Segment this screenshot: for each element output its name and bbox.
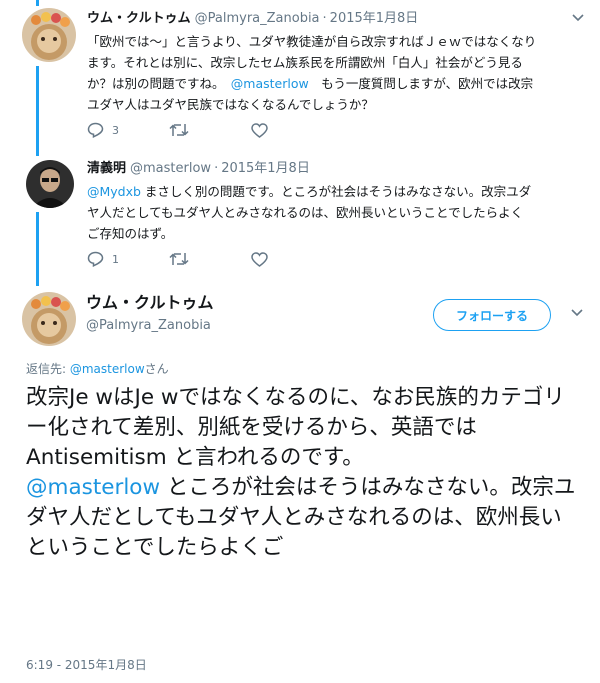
tweet-header: 清義明 @masterlow · 2015年1月8日 <box>87 160 590 178</box>
text-fragment: もう一度質問しますが、欧州では改宗 <box>308 76 534 91</box>
text-fragment: まさしく別の問題です。ところが社会はそうはみなさない。改宗ユダ <box>140 184 532 199</box>
like-icon <box>251 251 268 267</box>
like-button[interactable] <box>251 122 333 138</box>
tweet[interactable]: 清義明 @masterlow · 2015年1月8日 @Mydxb まさしく別の… <box>87 160 590 244</box>
tweet-actions: 3 <box>87 122 333 138</box>
tweet-paragraph: 改宗Je wはJe wではなくなるのに、なお民族的カテゴリー化されて差別、別紙を… <box>26 385 565 470</box>
display-name[interactable]: ウム・クルトゥム <box>86 293 214 313</box>
reply-suffix: さん <box>144 362 169 376</box>
tweet[interactable]: ウム・クルトゥム @Palmyra_Zanobia · 2015年1月8日 「欧… <box>87 10 590 115</box>
handle[interactable]: @Palmyra_Zanobia <box>195 10 320 28</box>
reply-button[interactable]: 1 <box>87 251 169 267</box>
reply-prefix: 返信先: <box>26 362 70 376</box>
separator-dot: · <box>214 161 219 176</box>
thread-line <box>36 212 39 286</box>
tweet-actions: 1 <box>87 251 333 267</box>
avatar[interactable] <box>22 292 76 346</box>
tweet-date[interactable]: 2015年1月8日 <box>330 10 419 28</box>
chevron-down-icon[interactable] <box>572 14 584 22</box>
avatar[interactable] <box>26 160 74 208</box>
tweet-text-line: @Mydxb まさしく別の問題です。ところが社会はそうはみなさない。改宗ユダ <box>87 181 583 202</box>
tweet-text-line: 「欧州では〜」と言うより、ユダヤ教徒達が自ら改宗すればＪｅｗではなくなり <box>87 34 537 49</box>
text-fragment: か？は別の問題ですね。 <box>87 76 231 91</box>
reply-icon <box>87 251 104 267</box>
handle[interactable]: @Palmyra_Zanobia <box>86 318 214 333</box>
main-tweet-header: ウム・クルトゥム @Palmyra_Zanobia <box>86 293 214 333</box>
reply-icon <box>87 122 104 138</box>
tweet-header: ウム・クルトゥム @Palmyra_Zanobia · 2015年1月8日 <box>87 10 590 28</box>
like-icon <box>251 122 268 138</box>
display-name[interactable]: ウム・クルトゥム <box>87 10 191 28</box>
handle[interactable]: @masterlow <box>130 160 211 178</box>
reply-count: 1 <box>112 252 119 266</box>
mention-link[interactable]: @masterlow <box>26 475 160 500</box>
retweet-button[interactable] <box>169 252 251 266</box>
tweet-text-line: ヤ人だとしてもユダヤ人とみさなれるのは、欧州長いということでしたらよく <box>87 205 524 220</box>
like-button[interactable] <box>251 251 333 267</box>
chevron-down-icon[interactable] <box>571 309 583 317</box>
tweet-text-line: か？は別の問題ですね。 @masterlow もう一度質問しますが、欧州では改宗 <box>87 73 583 94</box>
tweet-text: @Mydxb まさしく別の問題です。ところが社会はそうはみなさない。改宗ユダ ヤ… <box>87 181 583 244</box>
tweet-text: 「欧州では〜」と言うより、ユダヤ教徒達が自ら改宗すればＪｅｗではなくなり ます。… <box>87 31 583 115</box>
tweet-text-line: ユダヤ人はユダヤ民族ではなくなるんでしょうか？ <box>87 97 374 112</box>
thread-line <box>36 0 39 6</box>
mention-link[interactable]: @masterlow <box>70 362 145 376</box>
follow-button[interactable]: フォローする <box>433 299 551 331</box>
retweet-icon <box>169 124 189 136</box>
reply-context: 返信先: @masterlowさん <box>26 360 169 377</box>
main-tweet-text: 改宗Je wはJe wではなくなるのに、なお民族的カテゴリー化されて差別、別紙を… <box>26 383 578 563</box>
avatar[interactable] <box>22 8 76 62</box>
mention-link[interactable]: @masterlow <box>231 76 309 91</box>
tweet-timestamp[interactable]: 6:19 - 2015年1月8日 <box>26 656 147 673</box>
tweet-text-line: ます。それとは別に、改宗したセム族系民を所謂欧州「白人」社会がどう見る <box>87 55 523 70</box>
retweet-icon <box>169 253 189 265</box>
tweet-date[interactable]: 2015年1月8日 <box>221 160 310 178</box>
display-name[interactable]: 清義明 <box>87 160 126 178</box>
tweet-text-line: ご存知のはず。 <box>87 226 174 241</box>
tweet-paragraph: @masterlow ところが社会はそうはみなさない。改宗ユダヤ人だとしてもユダ… <box>26 473 578 563</box>
mention-link[interactable]: @Mydxb <box>87 184 141 199</box>
separator-dot: · <box>322 11 327 26</box>
reply-button[interactable]: 3 <box>87 122 169 138</box>
retweet-button[interactable] <box>169 123 251 137</box>
reply-count: 3 <box>112 123 119 137</box>
thread-line <box>36 66 39 156</box>
